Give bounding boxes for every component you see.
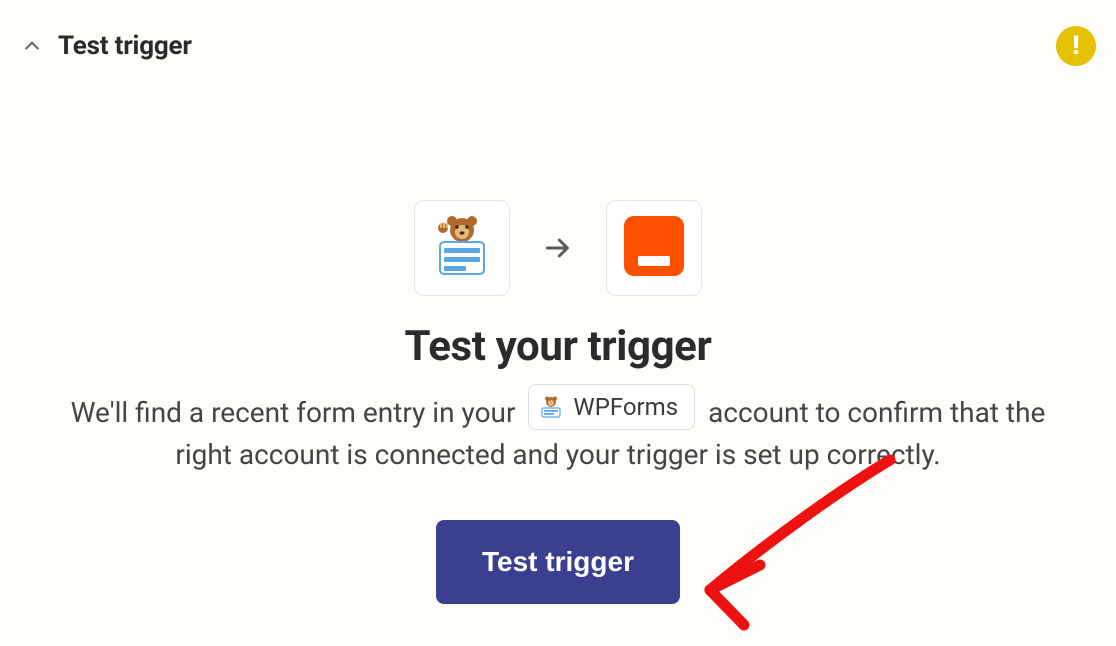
wpforms-small-icon <box>539 395 563 419</box>
wpforms-icon <box>426 210 498 286</box>
description-prefix: We'll find a recent form entry in your <box>71 396 523 429</box>
test-trigger-button[interactable]: Test trigger <box>436 520 680 604</box>
status-warning-icon: ! <box>1056 26 1096 66</box>
app-pill: WPForms <box>528 384 695 430</box>
app-flow-row <box>414 200 702 296</box>
section-title: Test trigger <box>58 31 192 61</box>
chevron-up-icon[interactable] <box>20 34 44 58</box>
description-text: We'll find a recent form entry in your W… <box>68 387 1048 476</box>
section-header: Test trigger ! <box>20 26 1096 66</box>
header-left: Test trigger <box>20 31 192 61</box>
app-pill-label: WPForms <box>573 389 678 425</box>
arrow-right-icon <box>542 232 574 264</box>
main-content: Test your trigger We'll find a recent fo… <box>0 200 1116 604</box>
zapier-icon <box>618 210 690 286</box>
status-exclamation-glyph: ! <box>1072 31 1079 61</box>
source-app-tile <box>414 200 510 296</box>
page-title: Test your trigger <box>405 322 712 371</box>
target-app-tile <box>606 200 702 296</box>
